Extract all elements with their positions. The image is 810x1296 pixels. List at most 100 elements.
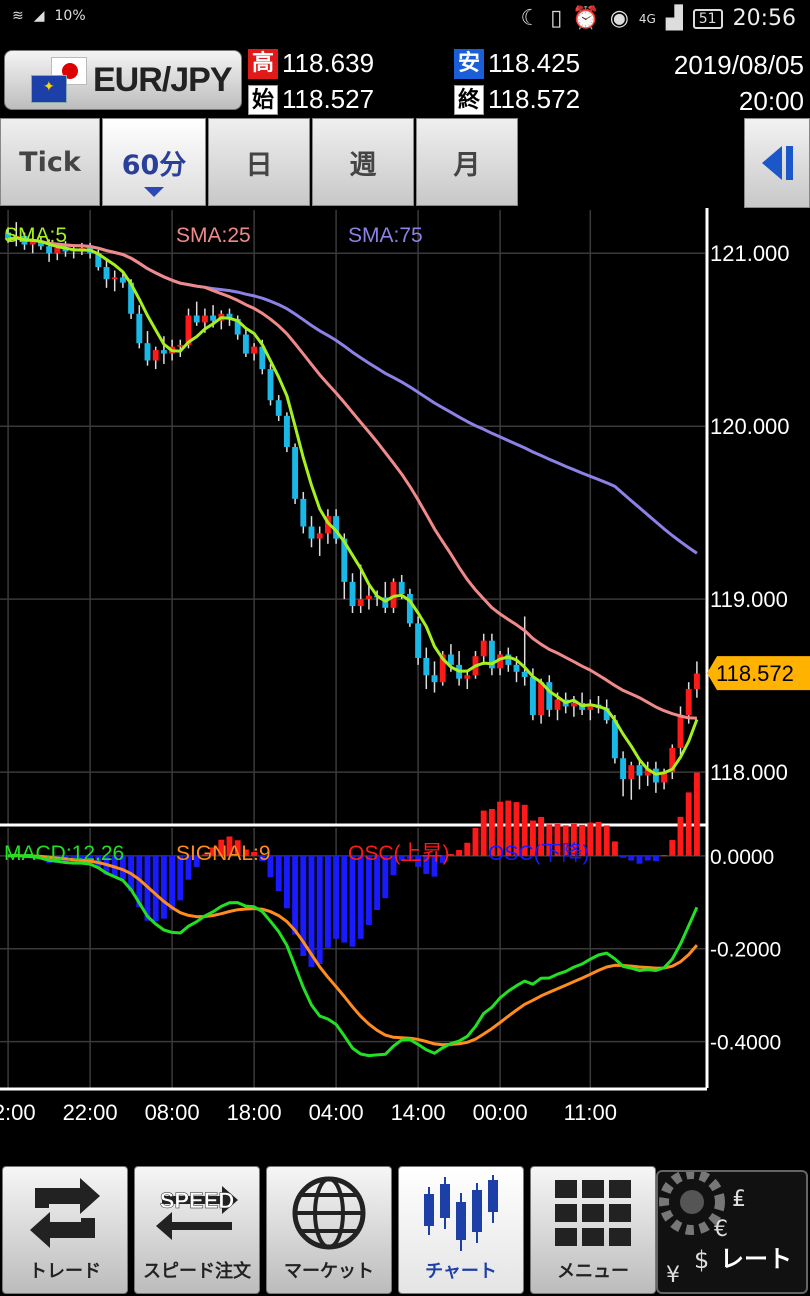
globe-icon bbox=[279, 1175, 379, 1251]
nav-speed-label: スピード注文 bbox=[143, 1261, 251, 1282]
candle-up bbox=[554, 699, 561, 710]
battery-icon: 51 bbox=[692, 8, 723, 29]
candle-up bbox=[538, 682, 545, 716]
close-badge: 終 bbox=[454, 84, 484, 115]
tab-week[interactable]: 週 bbox=[312, 118, 414, 206]
candle-down bbox=[242, 334, 249, 354]
timeframe-tabs: Tick 60分 日 週 月 bbox=[0, 118, 810, 208]
candle-down bbox=[415, 623, 422, 658]
x-tick-label: 08:00 bbox=[145, 1100, 200, 1125]
candle-down bbox=[46, 246, 53, 254]
data-usage: 10% bbox=[54, 8, 86, 24]
osc-y-tick-label: -0.2000 bbox=[710, 939, 781, 962]
candle-down bbox=[398, 581, 405, 594]
candle-up bbox=[316, 533, 323, 539]
osc-bar-down bbox=[341, 855, 348, 943]
osc-y-tick-label: 0.0000 bbox=[710, 846, 774, 869]
candle-date: 2019/08/05 bbox=[673, 50, 804, 80]
candle-up bbox=[464, 675, 471, 679]
osc-bar-down bbox=[160, 855, 167, 919]
osc-bar-up bbox=[480, 810, 487, 856]
candle-up bbox=[628, 765, 635, 780]
osc-bar-down bbox=[316, 855, 323, 964]
osc-bar-up bbox=[464, 842, 471, 856]
candle-up bbox=[480, 640, 487, 657]
nav-rate-button[interactable]: ₤ € $ ¥ レート bbox=[656, 1170, 808, 1294]
osc-bar-down bbox=[349, 855, 356, 947]
osc-bar-up bbox=[661, 855, 668, 857]
trade-arrows-icon bbox=[15, 1175, 115, 1251]
candle-down bbox=[349, 581, 356, 607]
nav-chart-label: チャート bbox=[425, 1261, 497, 1282]
osc-bar-down bbox=[169, 855, 176, 911]
candle-up bbox=[365, 595, 372, 600]
nav-market-label: マーケット bbox=[284, 1261, 374, 1282]
legend-macd: MACD:12,26 bbox=[4, 842, 124, 865]
tab-day[interactable]: 日 bbox=[208, 118, 310, 206]
candle-up bbox=[251, 346, 258, 354]
high-price: 高 118.639 bbox=[248, 48, 374, 79]
candle-time: 20:00 bbox=[738, 86, 804, 116]
candle-down bbox=[210, 315, 217, 321]
legend-signal: SIGNAL:9 bbox=[176, 842, 271, 865]
candle-up bbox=[685, 689, 692, 716]
network-icon: ◢ bbox=[33, 8, 45, 24]
current-price-label: 118.572 bbox=[716, 661, 794, 686]
candle-down bbox=[292, 446, 299, 499]
osc-y-tick-label: -0.4000 bbox=[710, 1032, 781, 1055]
selected-caret-icon bbox=[144, 187, 164, 197]
x-tick-label: 04:00 bbox=[309, 1100, 364, 1125]
candle-up bbox=[111, 277, 118, 280]
chart-area[interactable]: 12:00 22:00 08:00 18:00 04:00 14:00 00:00 11:00… bbox=[0, 208, 810, 1158]
candle-down bbox=[283, 415, 290, 447]
candle-down bbox=[636, 765, 643, 776]
osc-bar-up bbox=[685, 792, 692, 856]
y-tick-label: 120.000 bbox=[710, 414, 790, 439]
tab-week-label: 週 bbox=[349, 149, 377, 181]
nav-trade-label: トレード bbox=[29, 1261, 101, 1282]
tab-month-label: 月 bbox=[453, 149, 481, 181]
candle-down bbox=[275, 400, 282, 416]
osc-bar-down bbox=[152, 855, 159, 922]
osc-bar-down bbox=[333, 855, 340, 939]
signal-label: 4G bbox=[638, 11, 656, 26]
svg-text:₤: ₤ bbox=[732, 1187, 746, 1212]
rate-header: EUR/JPY 高 118.639 始 118.527 安 118.425 終 … bbox=[0, 44, 810, 116]
tab-60min[interactable]: 60分 bbox=[102, 118, 206, 206]
currency-pair-label: EUR/JPY bbox=[93, 60, 232, 99]
osc-bar-down bbox=[365, 855, 372, 926]
alarm-icon: ⏰ bbox=[572, 6, 600, 31]
gear-currency-icon: ₤ € $ ¥ bbox=[659, 1172, 746, 1288]
candle-up bbox=[152, 350, 159, 361]
osc-bar-up bbox=[456, 850, 463, 856]
nav-chart-button[interactable]: チャート bbox=[398, 1166, 524, 1294]
nav-menu-button[interactable]: メニュー bbox=[530, 1166, 656, 1294]
candle-down bbox=[144, 343, 151, 361]
tab-tick[interactable]: Tick bbox=[0, 118, 100, 206]
nav-speed-button[interactable]: SPEED スピード注文 bbox=[134, 1166, 260, 1294]
osc-bar-down bbox=[620, 855, 627, 858]
candle-down bbox=[308, 526, 315, 539]
status-bar: ≋ ◢ 10% ☾ ▯ ⏰ ◉ 4G ▟ 51 20:56 bbox=[0, 0, 810, 44]
nav-trade-button[interactable]: トレード bbox=[2, 1166, 128, 1294]
candle-up bbox=[357, 599, 364, 607]
candlestick-icon bbox=[411, 1175, 511, 1251]
high-value: 118.639 bbox=[282, 48, 375, 78]
candle-down bbox=[300, 498, 307, 527]
currency-pair-button[interactable]: EUR/JPY bbox=[4, 50, 242, 110]
legend-osc-down: OSC(下降) bbox=[488, 842, 590, 865]
svg-text:¥: ¥ bbox=[666, 1263, 680, 1288]
candle-down bbox=[546, 682, 553, 710]
collapse-panel-button[interactable] bbox=[744, 118, 810, 208]
osc-bar-up bbox=[611, 841, 618, 856]
sma-75-line bbox=[7, 236, 698, 555]
status-left: ≋ ◢ 10% bbox=[12, 8, 86, 24]
nav-market-button[interactable]: マーケット bbox=[266, 1166, 392, 1294]
close-price: 終 118.572 bbox=[454, 84, 580, 115]
bottom-navigation: トレード SPEED スピード注文 マーケット チャート メニュー ₤ € $ … bbox=[0, 1160, 810, 1296]
x-tick-label: 22:00 bbox=[63, 1100, 118, 1125]
tab-tick-label: Tick bbox=[19, 146, 81, 178]
candle-down bbox=[423, 657, 430, 676]
x-tick-label: 11:00 bbox=[564, 1100, 617, 1125]
tab-month[interactable]: 月 bbox=[416, 118, 518, 206]
